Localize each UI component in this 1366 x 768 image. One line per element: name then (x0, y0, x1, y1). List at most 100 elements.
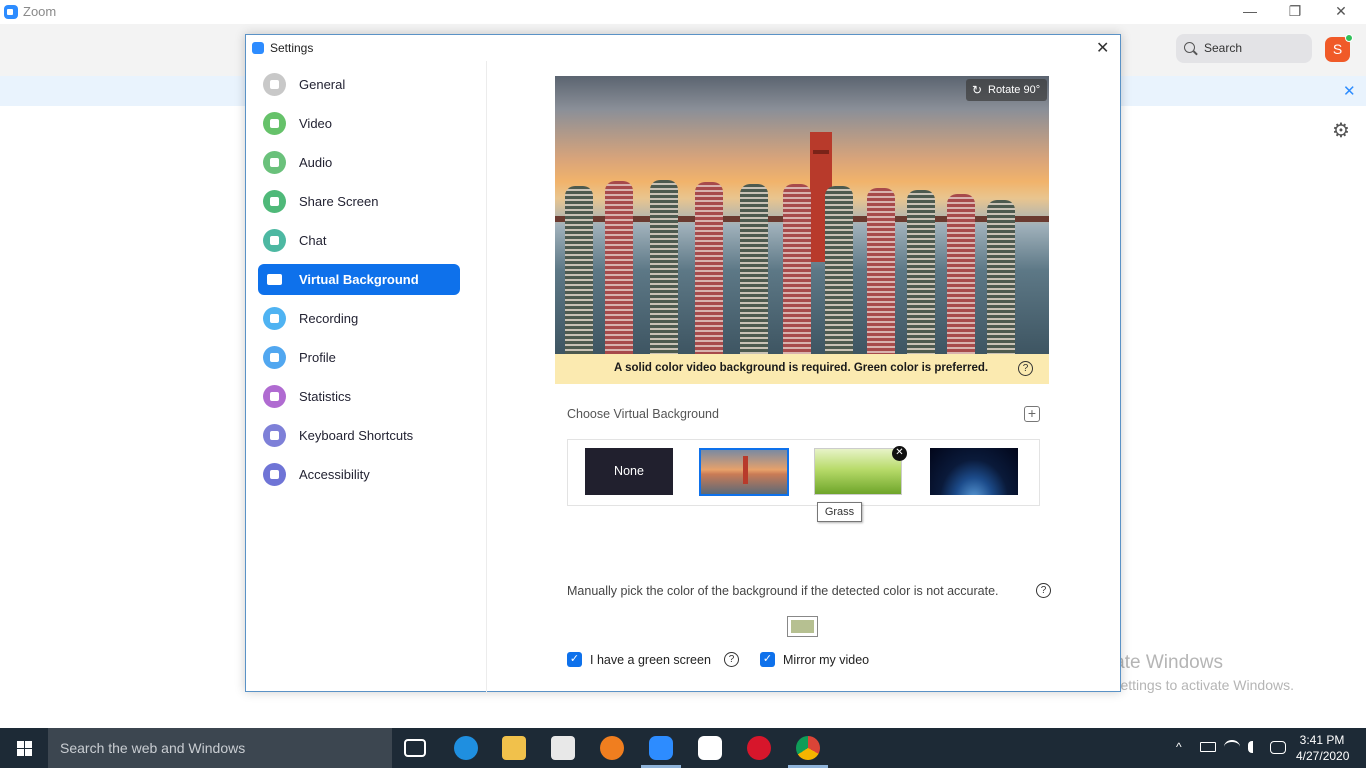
help-icon[interactable]: ? (1036, 583, 1051, 598)
gear-icon (263, 73, 286, 96)
search-icon (1184, 42, 1195, 53)
taskbar: Search the web and Windows ^ 3:41 PM 4/2… (0, 728, 1366, 768)
background-grass[interactable] (814, 448, 902, 495)
share-screen-icon (263, 190, 286, 213)
zoom-logo-icon (4, 5, 18, 19)
background-golden-gate[interactable] (699, 448, 789, 496)
settings-sidebar: General Video Audio Share Screen Chat Vi… (258, 69, 460, 498)
minimize-button[interactable]: — (1227, 0, 1273, 24)
strap (783, 184, 811, 354)
sidebar-item-label: Chat (299, 233, 327, 248)
color-picker-swatch[interactable] (787, 616, 818, 637)
recording-icon (263, 307, 286, 330)
file-explorer-icon[interactable] (502, 736, 526, 760)
sidebar-divider (486, 61, 487, 692)
video-camera-icon (263, 112, 286, 135)
mirror-video-label: Mirror my video (783, 653, 870, 667)
taskbar-search-input[interactable]: Search the web and Windows (48, 728, 392, 768)
sidebar-item-label: Share Screen (299, 194, 379, 209)
taskbar-search-placeholder: Search the web and Windows (60, 740, 246, 756)
windows-logo-icon (25, 741, 32, 748)
background-none[interactable]: None (585, 448, 673, 495)
statistics-icon (263, 385, 286, 408)
chrome-icon[interactable] (796, 736, 820, 760)
sidebar-item-label: General (299, 77, 346, 92)
headphones-icon (263, 151, 286, 174)
zoom-titlebar: Zoom — ❐ ✕ (0, 0, 1366, 24)
dialog-close-button[interactable]: ✕ (1096, 38, 1109, 58)
strap (825, 186, 853, 354)
sidebar-item-share-screen[interactable]: Share Screen (258, 186, 460, 217)
online-status-icon (1345, 34, 1353, 42)
manual-color-text: Manually pick the color of the backgroun… (567, 584, 999, 598)
accessibility-icon (263, 463, 286, 486)
strap (565, 186, 593, 354)
sidebar-item-label: Profile (299, 350, 336, 365)
sidebar-item-profile[interactable]: Profile (258, 342, 460, 373)
strap (650, 180, 678, 354)
rotate-button[interactable]: ↻ Rotate 90° (966, 79, 1047, 101)
task-view-icon[interactable] (404, 739, 426, 757)
store-icon[interactable] (551, 736, 575, 760)
settings-dialog: Settings ✕ General Video Audio Share Scr… (245, 34, 1121, 692)
wifi-icon[interactable] (1224, 740, 1240, 754)
volume-icon[interactable] (1248, 741, 1262, 753)
choose-background-label: Choose Virtual Background (567, 407, 719, 421)
help-icon[interactable]: ? (724, 652, 739, 667)
windows-logo-icon (25, 749, 32, 756)
mirror-video-checkbox[interactable]: ✓ (760, 652, 775, 667)
slack-icon[interactable] (698, 736, 722, 760)
tooltip: Grass (817, 502, 862, 522)
green-screen-checkbox[interactable]: ✓ (567, 652, 582, 667)
help-icon[interactable]: ? (1018, 361, 1033, 376)
sidebar-item-recording[interactable]: Recording (258, 303, 460, 334)
green-screen-warning: A solid color video background is requir… (555, 354, 1049, 384)
notification-icon[interactable] (1270, 741, 1286, 754)
banner-close-icon[interactable]: ✕ (1343, 82, 1356, 100)
clock-time: 3:41 PM (1299, 733, 1345, 747)
close-window-button[interactable]: ✕ (1318, 0, 1364, 24)
sidebar-item-general[interactable]: General (258, 69, 460, 100)
background-earth[interactable] (930, 448, 1018, 495)
strap (907, 190, 935, 354)
sidebar-item-label: Statistics (299, 389, 352, 404)
sidebar-item-chat[interactable]: Chat (258, 225, 460, 256)
tray-chevron-icon[interactable]: ^ (1176, 740, 1182, 754)
restore-button[interactable]: ❐ (1272, 0, 1318, 24)
sidebar-item-virtual-background[interactable]: Virtual Background (258, 264, 460, 295)
chat-bubble-icon (263, 229, 286, 252)
sidebar-item-label: Video (299, 116, 333, 131)
sidebar-item-accessibility[interactable]: Accessibility (258, 459, 460, 490)
keyboard-icon (263, 424, 286, 447)
edge-icon[interactable] (454, 736, 478, 760)
sidebar-item-label: Recording (299, 311, 359, 326)
strap (947, 194, 975, 354)
rotate-icon: ↻ (972, 83, 983, 97)
gear-icon[interactable]: ⚙ (1332, 118, 1350, 143)
windows-logo-icon (17, 741, 24, 748)
opera-icon[interactable] (747, 736, 771, 760)
sidebar-item-audio[interactable]: Audio (258, 147, 460, 178)
windows-start-button[interactable] (0, 728, 48, 768)
taskbar-clock[interactable]: 3:41 PM 4/27/2020 (1296, 732, 1350, 764)
strap (987, 200, 1015, 354)
window-title: Zoom (23, 4, 57, 19)
windows-logo-icon (17, 749, 24, 756)
warning-text: A solid color video background is requir… (614, 362, 989, 374)
zoom-app-icon[interactable] (649, 736, 673, 760)
clock-date: 4/27/2020 (1296, 749, 1350, 763)
firefox-icon[interactable] (600, 736, 624, 760)
green-screen-label: I have a green screen (590, 653, 711, 667)
sidebar-item-label: Accessibility (299, 467, 370, 482)
remove-background-icon[interactable]: ✕ (892, 446, 907, 461)
profile-icon (263, 346, 286, 369)
sidebar-item-keyboard-shortcuts[interactable]: Keyboard Shortcuts (258, 420, 460, 451)
strap (695, 182, 723, 354)
sidebar-item-statistics[interactable]: Statistics (258, 381, 460, 412)
battery-icon[interactable] (1200, 742, 1216, 752)
sidebar-item-video[interactable]: Video (258, 108, 460, 139)
strap (740, 184, 768, 354)
add-background-button[interactable]: + (1024, 406, 1040, 422)
search-button[interactable]: Search (1176, 34, 1312, 63)
zoom-logo-icon (252, 42, 264, 54)
